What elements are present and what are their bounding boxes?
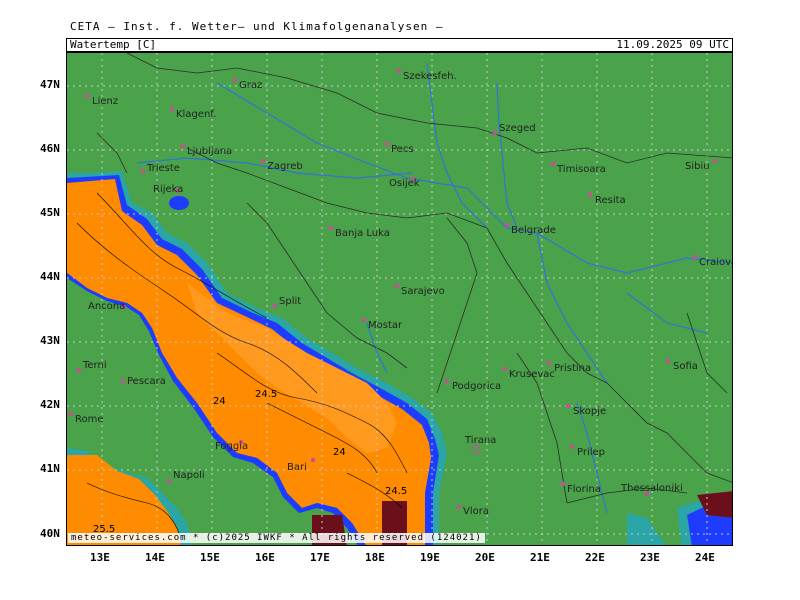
city-label: Florina	[567, 484, 601, 495]
city-label: Craiova	[699, 257, 733, 268]
lon-label: 22E	[585, 551, 605, 564]
lat-label: 41N	[40, 462, 60, 475]
city-label: Osijek	[389, 178, 420, 189]
city-label: Ljubljana	[187, 146, 232, 157]
city-marker: Sarajevo	[394, 283, 445, 297]
city-marker: Krusevac	[502, 366, 555, 380]
valid-datetime: 11.09.2025 09 UTC	[616, 38, 729, 51]
city-label: Ancona	[88, 301, 125, 312]
lon-label: 21E	[530, 551, 550, 564]
city-marker: Zagreb	[260, 158, 303, 172]
lat-label: 44N	[40, 270, 60, 283]
city-marker: Banja Luka	[328, 225, 390, 239]
lake-rijeka	[169, 196, 189, 210]
city-label: Thessaloniki	[620, 483, 683, 494]
city-label: Pristina	[554, 363, 591, 374]
city-label: Zagreb	[267, 161, 303, 172]
city-marker: Szeged	[492, 123, 536, 136]
city-label: Terni	[82, 360, 107, 371]
lat-label: 47N	[40, 78, 60, 91]
parameter-label: Watertemp [C]	[70, 38, 157, 51]
city-marker: Florina	[560, 481, 601, 495]
lat-label: 43N	[40, 334, 60, 347]
city-label: Krusevac	[509, 369, 555, 380]
city-label: Prilep	[577, 447, 605, 458]
map-panel: 24.5 24 24 24.5 25.5 Lienz Graz Szekesfe…	[66, 52, 733, 546]
city-label: Belgrade	[511, 225, 556, 236]
lon-label: 20E	[475, 551, 495, 564]
contour-label: 24	[213, 396, 226, 407]
city-label: Mostar	[368, 320, 403, 331]
city-marker: Ljubljana	[180, 143, 232, 157]
map-canvas: 24.5 24 24 24.5 25.5 Lienz Graz Szekesfe…	[67, 53, 733, 545]
city-label: Pecs	[391, 144, 414, 155]
city-label: Resita	[595, 195, 626, 206]
lat-label: 42N	[40, 398, 60, 411]
city-marker: Belgrade	[504, 222, 556, 236]
city-label: Graz	[239, 80, 262, 91]
city-label: Pescara	[127, 376, 166, 387]
city-marker: Craiova	[692, 254, 733, 268]
city-label: Banja Luka	[335, 228, 390, 239]
copyright-notice: meteo-services.com * (c)2025 IWKF * All …	[68, 533, 485, 543]
city-marker: Foggia	[215, 439, 248, 452]
city-label: Sofia	[673, 361, 698, 372]
city-marker: Osijek	[389, 176, 420, 189]
city-label: Bari	[287, 462, 307, 473]
lon-label: 16E	[255, 551, 275, 564]
map-title-bar: Watertemp [C] 11.09.2025 09 UTC	[66, 38, 733, 52]
city-label: Sarajevo	[401, 286, 445, 297]
contour-label: 24	[333, 447, 346, 458]
city-label: Lienz	[92, 96, 118, 107]
lon-label: 23E	[640, 551, 660, 564]
city-label: Skopje	[573, 406, 606, 417]
lon-label: 17E	[310, 551, 330, 564]
city-marker: Trieste	[140, 163, 180, 174]
lon-label: 19E	[420, 551, 440, 564]
city-label: Rijeka	[153, 184, 183, 195]
city-label: Klagenf.	[176, 109, 216, 120]
city-marker: Mostar	[361, 317, 403, 331]
city-label: Podgorica	[452, 381, 501, 392]
lat-label: 46N	[40, 142, 60, 155]
city-label: Timisoara	[556, 164, 606, 175]
city-label: Napoli	[173, 470, 205, 481]
lon-label: 15E	[200, 551, 220, 564]
contour-label: 24.5	[255, 389, 277, 400]
city-marker: Timisoara	[550, 161, 606, 175]
city-marker: Szekesfeh.	[396, 68, 457, 82]
lat-label: 40N	[40, 527, 60, 540]
city-marker: Podgorica	[444, 378, 501, 392]
city-label: Szeged	[499, 123, 536, 134]
city-label: Trieste	[146, 163, 180, 174]
city-marker: Pescara	[120, 376, 166, 387]
lon-label: 13E	[90, 551, 110, 564]
city-label: Foggia	[215, 441, 248, 452]
city-marker: Ancona	[88, 301, 127, 312]
contour-label: 24.5	[385, 486, 407, 497]
lon-label: 24E	[695, 551, 715, 564]
city-label: Split	[279, 296, 301, 307]
city-label: Vlora	[463, 506, 489, 517]
city-label: Tirana	[464, 435, 496, 446]
lat-label: 45N	[40, 206, 60, 219]
lon-label: 14E	[145, 551, 165, 564]
institute-title: CETA — Inst. f. Wetter— und Klimafolgena…	[70, 20, 444, 33]
city-marker: Klagenf.	[169, 106, 216, 120]
city-label: Sibiu	[685, 161, 710, 172]
city-marker: Rijeka	[153, 184, 183, 195]
city-label: Szekesfeh.	[403, 71, 457, 82]
city-label: Rome	[75, 414, 104, 425]
lon-label: 18E	[365, 551, 385, 564]
